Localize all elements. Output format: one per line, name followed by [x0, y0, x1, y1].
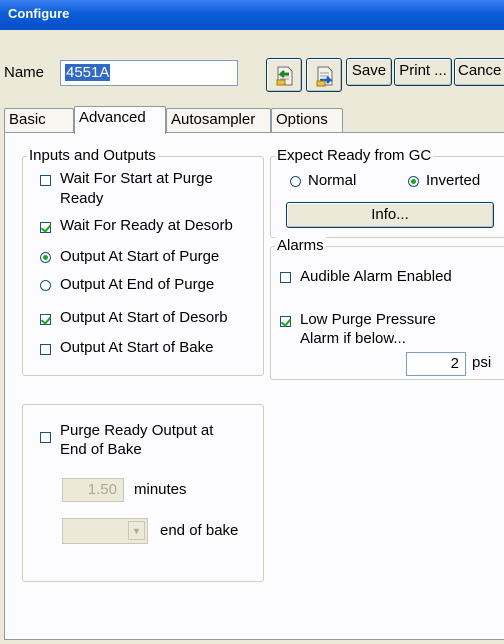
wait-start-purge-label: Wait For Start at Purge — [60, 170, 213, 187]
normal-radio[interactable] — [290, 176, 301, 187]
print-button[interactable]: Print ... — [394, 58, 452, 86]
wait-start-purge-checkbox[interactable] — [40, 175, 51, 186]
name-input-value: 4551A — [65, 64, 111, 81]
import-button[interactable] — [266, 58, 302, 92]
info-button[interactable]: Info... — [286, 202, 494, 228]
tab-basic[interactable]: Basic — [4, 108, 74, 132]
window-title: Configure — [8, 6, 70, 21]
expect-ready-legend: Expect Ready from GC — [275, 147, 434, 164]
audible-alarm-label: Audible Alarm Enabled — [300, 268, 452, 285]
output-end-purge-radio[interactable] — [40, 280, 51, 291]
low-purge-label: Low Purge Pressure — [300, 311, 436, 328]
output-start-desorb-label: Output At Start of Desorb — [60, 309, 228, 326]
title-bar: Configure — [0, 0, 504, 30]
tab-options[interactable]: Options — [271, 108, 343, 132]
alarms-legend: Alarms — [275, 237, 326, 254]
inverted-label: Inverted — [426, 172, 481, 189]
configure-window: Configure Name 4551A Save Print ... Canc… — [0, 0, 504, 644]
wait-ready-desorb-checkbox[interactable] — [40, 222, 51, 233]
save-button[interactable]: Save — [346, 58, 392, 86]
chevron-down-icon[interactable]: ▼ — [128, 521, 145, 540]
normal-label: Normal — [308, 172, 357, 189]
inputs-outputs-legend: Inputs and Outputs — [27, 147, 158, 164]
pressure-unit: psi — [472, 354, 492, 371]
cancel-button[interactable]: Cance — [454, 58, 504, 86]
purge-ready-label: Purge Ready Output at — [60, 422, 214, 439]
output-start-purge-radio[interactable] — [40, 252, 51, 263]
inverted-radio[interactable] — [408, 176, 419, 187]
pressure-input[interactable]: 2 — [406, 352, 466, 376]
output-start-bake-checkbox[interactable] — [40, 344, 51, 355]
minutes-input[interactable]: 1.50 — [62, 478, 124, 502]
output-start-desorb-checkbox[interactable] — [40, 314, 51, 325]
output-end-purge-label: Output At End of Purge — [60, 276, 215, 293]
audible-alarm-checkbox[interactable] — [280, 272, 291, 283]
purge-ready-checkbox[interactable] — [40, 432, 51, 443]
tab-advanced[interactable]: Advanced — [74, 106, 166, 134]
export-button[interactable] — [306, 58, 342, 92]
output-start-purge-label: Output At Start of Purge — [60, 248, 220, 265]
low-purge-label-line2: Alarm if below... — [300, 330, 406, 347]
output-start-bake-label: Output At Start of Bake — [60, 339, 214, 356]
tab-autosampler[interactable]: Autosampler — [166, 108, 271, 132]
purge-ready-label-line2: End of Bake — [60, 441, 142, 458]
name-label: Name — [4, 64, 45, 81]
wait-ready-desorb-label: Wait For Ready at Desorb — [60, 217, 233, 234]
import-icon — [276, 66, 293, 86]
name-input[interactable]: 4551A — [60, 60, 238, 86]
end-of-bake-label: end of bake — [160, 522, 239, 539]
low-purge-checkbox[interactable] — [280, 316, 291, 327]
export-icon — [316, 66, 334, 87]
wait-start-purge-label-line2: Ready — [60, 190, 104, 207]
minutes-label: minutes — [134, 481, 187, 498]
